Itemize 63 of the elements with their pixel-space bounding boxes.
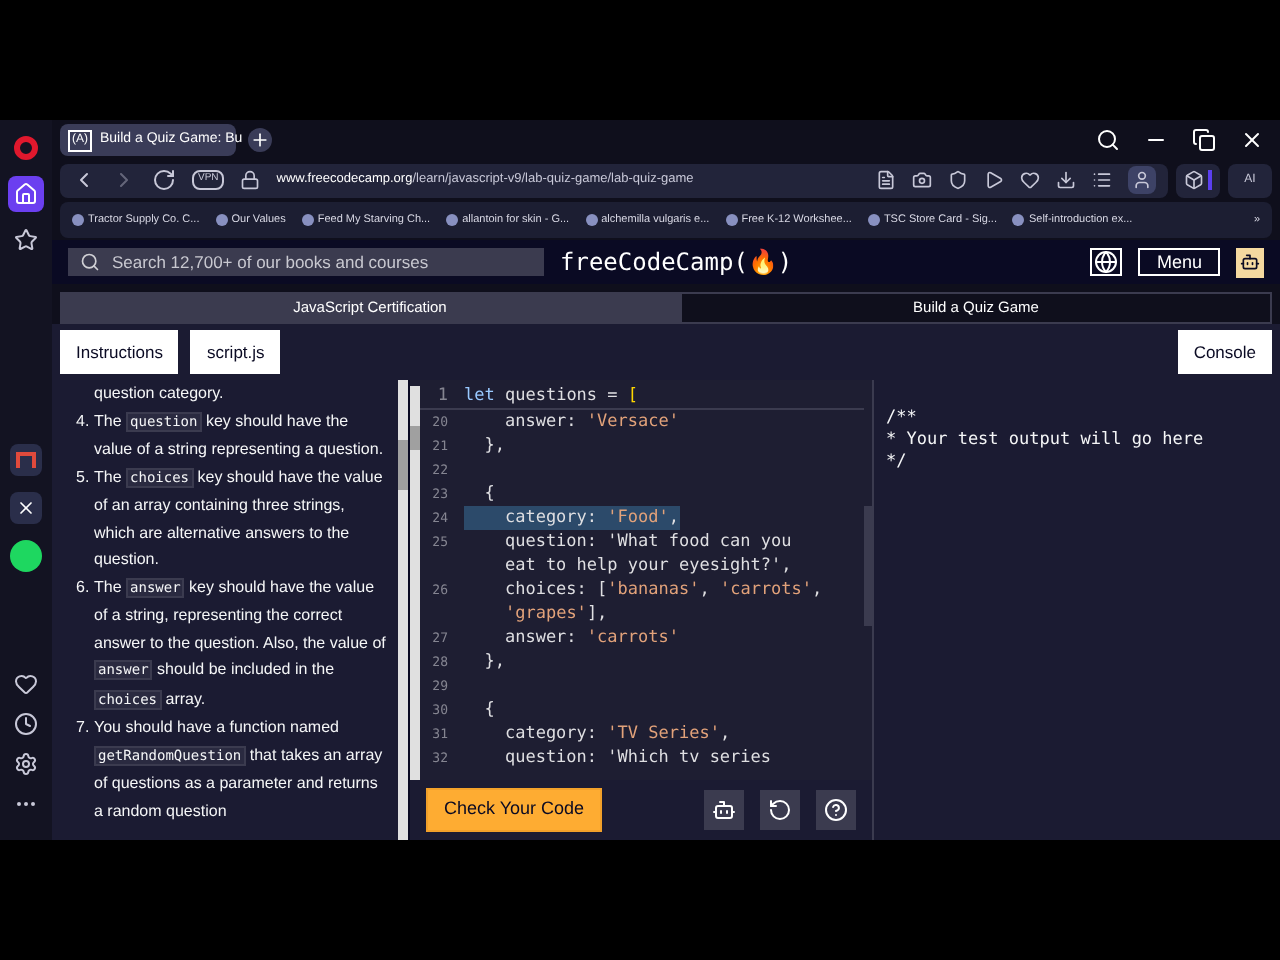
instruction-text: question category. xyxy=(92,382,226,406)
x-logo-icon[interactable] xyxy=(10,492,42,524)
code-line: question: 'Which tv series xyxy=(502,746,772,770)
extension-button[interactable] xyxy=(1176,163,1220,197)
robot-icon xyxy=(712,798,736,822)
heart-icon[interactable] xyxy=(14,672,38,696)
console-text: /** xyxy=(886,408,919,430)
scrollbar[interactable] xyxy=(410,386,420,780)
play-icon[interactable] xyxy=(984,170,1004,190)
restore-icon[interactable] xyxy=(1192,128,1216,152)
lock-icon xyxy=(240,170,261,190)
heart-icon[interactable] xyxy=(1020,170,1040,190)
browser-logo-icon[interactable] xyxy=(14,136,38,160)
list-icon[interactable] xyxy=(1092,170,1112,190)
console-text: */ xyxy=(886,452,909,474)
menu-button[interactable]: Menu xyxy=(1138,248,1220,276)
close-icon[interactable] xyxy=(1240,128,1264,152)
avatar-icon[interactable] xyxy=(1236,247,1264,277)
reload-icon[interactable] xyxy=(152,168,176,192)
note-icon[interactable] xyxy=(876,170,896,190)
search-icon xyxy=(80,252,100,272)
home-icon[interactable] xyxy=(8,176,44,212)
clock-icon[interactable] xyxy=(14,712,38,736)
pane-tab[interactable]: Instructions xyxy=(60,330,179,374)
reset-button[interactable] xyxy=(760,790,800,830)
site-logo[interactable]: freeCodeCamp(🔥) xyxy=(560,244,793,280)
code-line: let questions = [ xyxy=(464,384,639,410)
code-line: answer: 'Versace' xyxy=(502,410,679,434)
code-line: 'grapes'], xyxy=(502,602,610,626)
reset-lesson-button[interactable] xyxy=(704,790,744,830)
list-number: 7. xyxy=(76,716,92,740)
scrollbar[interactable] xyxy=(398,380,408,840)
code-line: category: 'TV Series', xyxy=(502,722,731,746)
language-button[interactable] xyxy=(1090,248,1123,276)
new-tab-icon[interactable] xyxy=(248,128,272,152)
list-number: 5. xyxy=(76,465,92,489)
code-line: choices: ['bananas', 'carrots', xyxy=(502,578,823,602)
profile-icon[interactable] xyxy=(1128,166,1156,194)
code-line: }, xyxy=(482,650,505,674)
code-line: eat to help your eyesight?', xyxy=(502,554,792,578)
list-number: 6. xyxy=(76,575,92,599)
cube-icon xyxy=(1184,170,1204,190)
reset-icon xyxy=(768,798,792,822)
check-code-button[interactable]: Check Your Code xyxy=(426,788,603,832)
code-line: question: 'What food can you xyxy=(502,530,792,554)
code-line: answer: 'carrots' xyxy=(502,626,679,650)
code-line: }, xyxy=(482,434,505,458)
help-icon xyxy=(824,798,848,822)
code-line: { xyxy=(482,698,495,722)
list-number: 4. xyxy=(76,409,92,433)
code-line: { xyxy=(482,482,495,506)
line-number: 1 xyxy=(435,384,450,410)
search-icon[interactable] xyxy=(1096,128,1120,152)
shield-icon[interactable] xyxy=(948,170,968,190)
search-field[interactable]: Search 12,700+ of our books and courses xyxy=(68,248,544,276)
console-button[interactable]: Console xyxy=(1177,330,1272,374)
console-text: * Your test output will go here xyxy=(886,430,1206,452)
camera-icon[interactable] xyxy=(912,170,932,190)
download-icon[interactable] xyxy=(1056,170,1076,190)
star-icon[interactable] xyxy=(14,228,38,252)
help-button[interactable] xyxy=(816,790,856,830)
pane-tab[interactable]: script.js xyxy=(190,330,281,374)
settings-icon[interactable] xyxy=(14,752,38,776)
